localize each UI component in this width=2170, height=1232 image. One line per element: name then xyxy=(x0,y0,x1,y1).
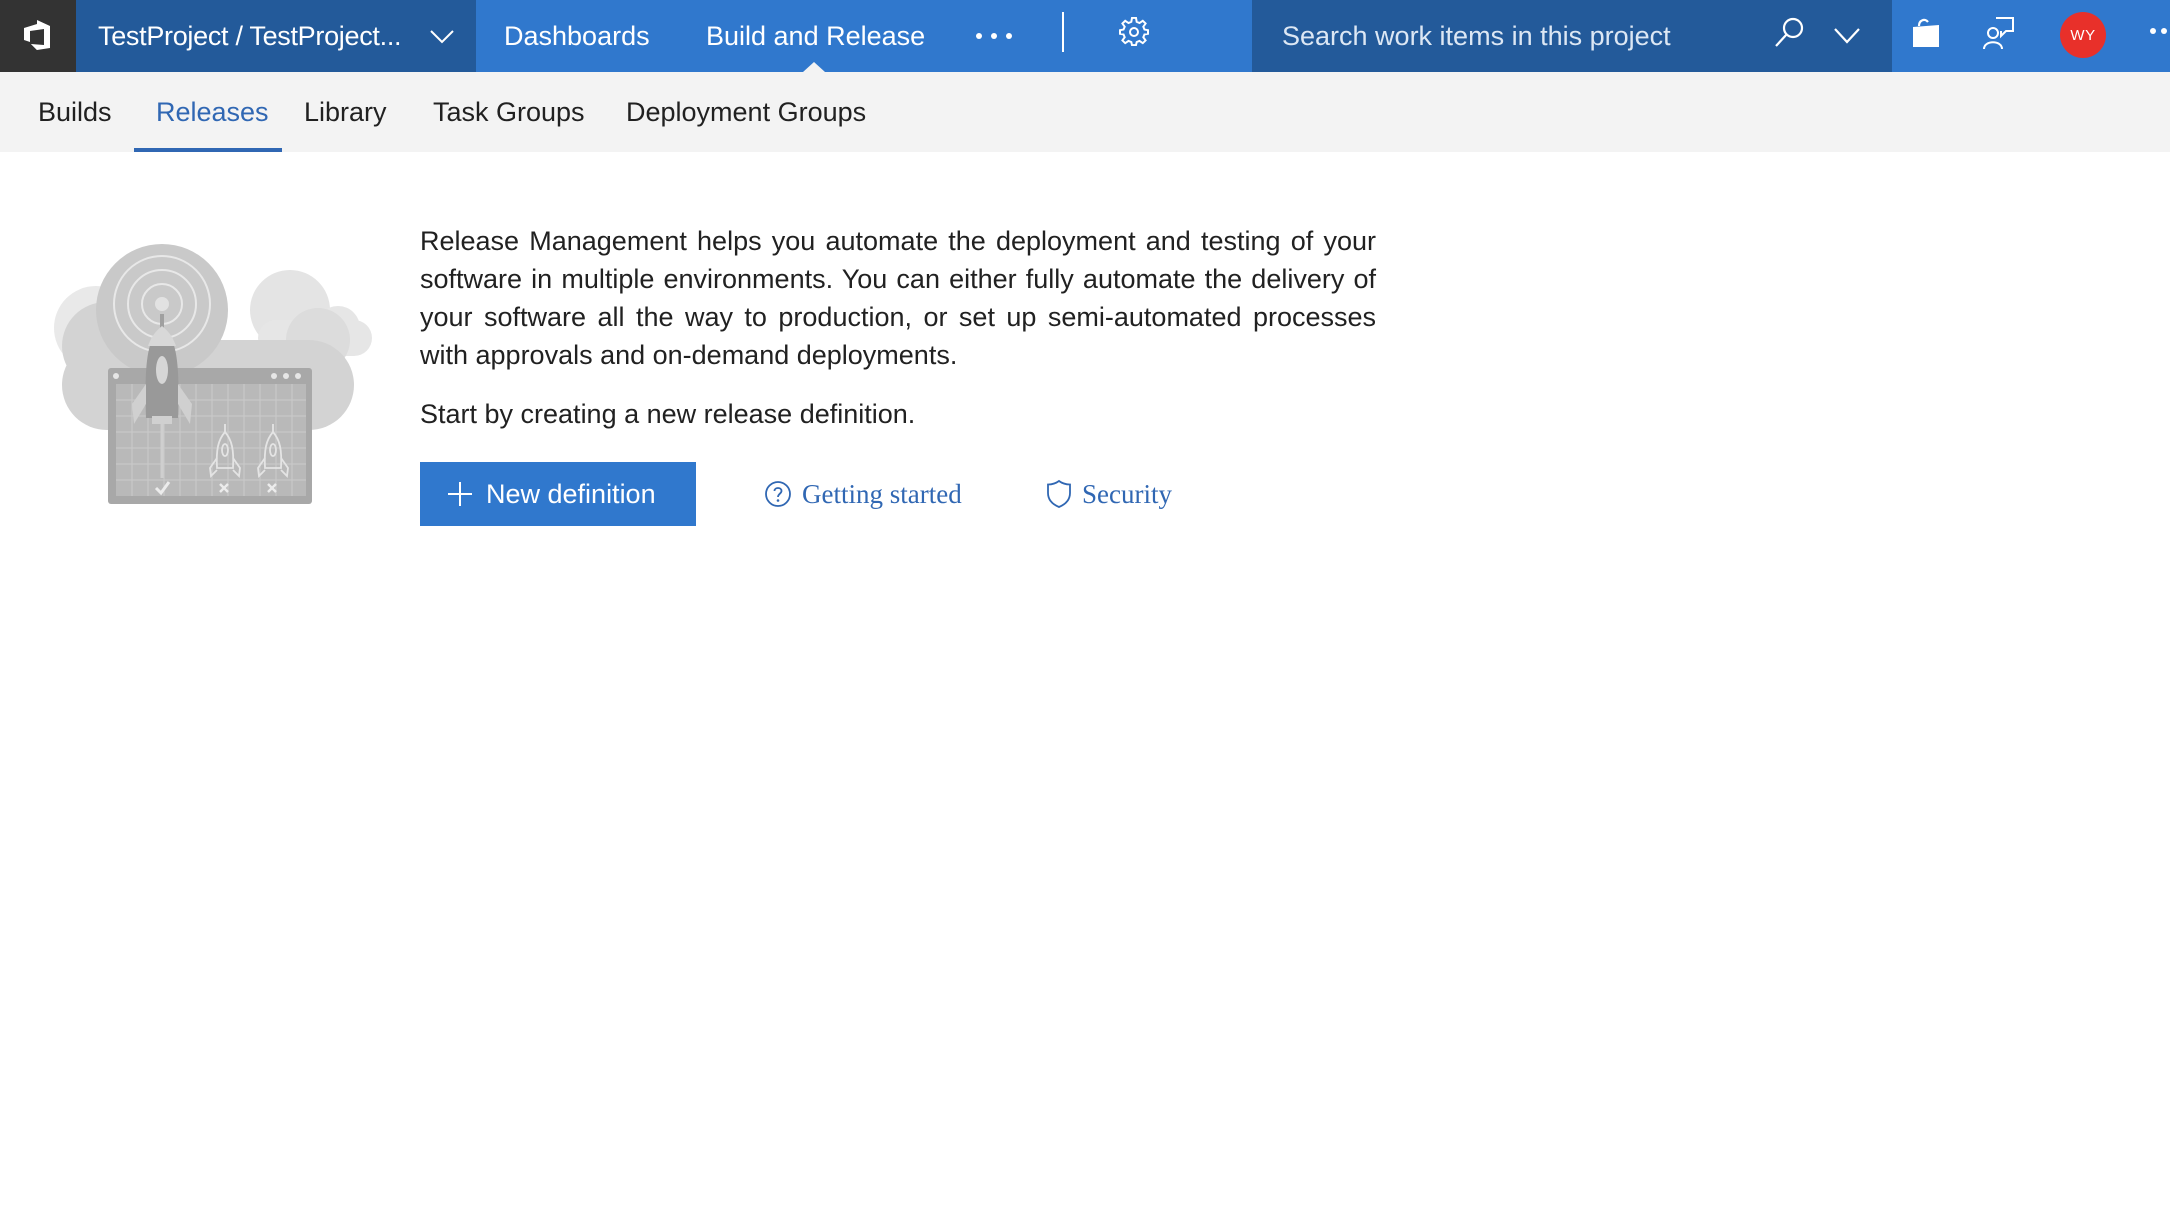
window-dot xyxy=(295,373,301,379)
nav-divider xyxy=(1062,12,1064,52)
home-logo-button[interactable] xyxy=(0,0,76,72)
active-tab-underline xyxy=(134,148,282,152)
active-hub-indicator xyxy=(803,62,825,72)
search-icon[interactable] xyxy=(1772,16,1806,50)
ellipsis-icon xyxy=(976,33,982,39)
top-header: TestProject / TestProject... Dashboards … xyxy=(0,0,2170,72)
help-circle-icon xyxy=(765,481,791,507)
tab-task-groups[interactable]: Task Groups xyxy=(433,72,585,152)
more-options-button[interactable] xyxy=(2150,28,2170,36)
window-dot xyxy=(283,373,289,379)
getting-started-label: Getting started xyxy=(802,478,962,509)
gear-icon[interactable] xyxy=(1118,16,1150,48)
project-selector[interactable]: TestProject / TestProject... xyxy=(76,0,476,72)
vsts-logo-icon xyxy=(24,20,50,50)
tab-library[interactable]: Library xyxy=(304,72,387,152)
chevron-down-icon[interactable] xyxy=(1832,20,1862,50)
start-instruction: Start by creating a new release definiti… xyxy=(420,399,916,429)
ellipsis-dot xyxy=(2161,28,2167,34)
rocket-antenna xyxy=(160,314,164,328)
target-center xyxy=(155,297,169,311)
ellipsis-dot xyxy=(991,33,997,39)
window-dot xyxy=(113,373,119,379)
more-hubs-button[interactable] xyxy=(976,22,1012,50)
tab-builds[interactable]: Builds xyxy=(38,72,112,152)
security-label: Security xyxy=(1082,478,1172,509)
hub-dashboards[interactable]: Dashboards xyxy=(504,0,650,72)
tab-releases[interactable]: Releases xyxy=(156,72,269,152)
user-avatar[interactable]: WY xyxy=(2060,12,2106,58)
search-box xyxy=(1252,0,1892,72)
getting-started-link[interactable]: Getting started xyxy=(764,470,962,518)
tab-deployment-groups[interactable]: Deployment Groups xyxy=(626,72,866,152)
shield-icon xyxy=(1047,479,1071,508)
release-rocket-cloud-illustration xyxy=(54,244,372,504)
new-definition-label: New definition xyxy=(486,478,656,509)
security-link[interactable]: Security xyxy=(1046,470,1172,518)
project-selector-label: TestProject / TestProject... xyxy=(98,20,402,51)
new-definition-button[interactable]: New definition xyxy=(420,462,696,526)
sub-navigation: Builds Releases Library Task Groups Depl… xyxy=(0,72,2170,152)
chevron-down-icon xyxy=(430,30,454,44)
search-input[interactable] xyxy=(1282,14,1752,58)
plus-icon xyxy=(448,482,472,506)
window-dot xyxy=(271,373,277,379)
shopping-bag-icon[interactable] xyxy=(1910,16,1942,50)
ellipsis-icon xyxy=(2150,28,2156,34)
release-management-description: Release Management helps you automate th… xyxy=(420,226,1376,370)
feedback-person-icon[interactable] xyxy=(1982,16,2016,50)
ellipsis-dot xyxy=(1006,33,1012,39)
